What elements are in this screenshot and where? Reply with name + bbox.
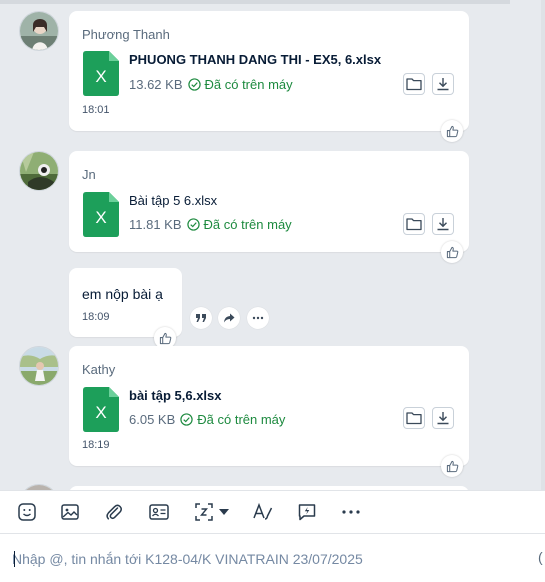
status-text: Đã có trên máy bbox=[197, 412, 286, 427]
file-message[interactable]: Kathy X bài tập 5,6.xlsx 6.05 KB Đã có t… bbox=[69, 346, 469, 466]
download-status: Đã có trên máy bbox=[180, 412, 285, 427]
file-meta: 13.62 KB Đã có trên máy bbox=[129, 77, 293, 92]
download-button[interactable] bbox=[432, 73, 454, 95]
download-icon bbox=[437, 412, 449, 425]
thumbs-up-icon bbox=[159, 332, 171, 344]
format-text-icon bbox=[253, 502, 273, 520]
timestamp: 18:19 bbox=[82, 439, 110, 451]
thumbs-up-icon bbox=[446, 246, 458, 258]
download-icon bbox=[437, 218, 449, 231]
excel-file-icon[interactable]: X bbox=[83, 192, 119, 237]
emoji-button-partial[interactable]: ( bbox=[538, 549, 543, 565]
screenshot-options-button[interactable] bbox=[216, 500, 232, 524]
dropdown-caret-icon bbox=[219, 509, 229, 515]
react-button[interactable] bbox=[441, 241, 463, 263]
open-folder-button[interactable] bbox=[403, 73, 425, 95]
format-text-button[interactable] bbox=[251, 500, 275, 524]
react-button[interactable] bbox=[441, 455, 463, 477]
download-button[interactable] bbox=[432, 407, 454, 429]
status-text: Đã có trên máy bbox=[204, 77, 293, 92]
file-size: 11.81 KB bbox=[129, 217, 182, 232]
contact-card-icon bbox=[149, 504, 169, 520]
file-meta: 6.05 KB Đã có trên máy bbox=[129, 412, 285, 427]
composer: ( bbox=[0, 534, 545, 582]
file-message[interactable]: Phương Thanh X PHUONG THANH DANG THI - E… bbox=[69, 11, 469, 131]
file-size: 6.05 KB bbox=[129, 412, 176, 427]
text-caret bbox=[14, 551, 15, 567]
sticker-button[interactable] bbox=[15, 500, 39, 524]
status-text: Đã có trên máy bbox=[203, 217, 292, 232]
screenshot-icon bbox=[195, 503, 213, 521]
svg-text:X: X bbox=[95, 67, 106, 86]
file-size: 13.62 KB bbox=[129, 77, 183, 92]
more-tools-button[interactable] bbox=[339, 500, 363, 524]
svg-text:X: X bbox=[95, 208, 106, 227]
file-name[interactable]: bài tập 5,6.xlsx bbox=[129, 388, 222, 403]
message-text[interactable]: em nộp bài ạ bbox=[82, 286, 163, 302]
file-name[interactable]: Bài tập 5 6.xlsx bbox=[129, 193, 217, 208]
folder-icon bbox=[406, 412, 422, 425]
image-button[interactable] bbox=[58, 500, 82, 524]
download-status: Đã có trên máy bbox=[186, 217, 292, 232]
excel-file-icon[interactable]: X bbox=[83, 51, 119, 96]
sender-name: Kathy bbox=[82, 362, 116, 377]
screenshot-button[interactable] bbox=[192, 500, 216, 524]
avatar[interactable] bbox=[19, 346, 59, 386]
thumbs-up-icon bbox=[446, 125, 458, 137]
thumbs-up-icon bbox=[446, 460, 458, 472]
folder-icon bbox=[406, 218, 422, 231]
check-circle-icon bbox=[180, 413, 193, 426]
file-meta: 11.81 KB Đã có trên máy bbox=[129, 217, 292, 232]
download-icon bbox=[437, 78, 449, 91]
open-folder-button[interactable] bbox=[403, 213, 425, 235]
forward-button[interactable] bbox=[218, 307, 240, 329]
download-button[interactable] bbox=[432, 213, 454, 235]
avatar[interactable] bbox=[19, 11, 59, 51]
composer-toolbar bbox=[0, 490, 545, 534]
open-folder-button[interactable] bbox=[403, 407, 425, 429]
timestamp: 18:01 bbox=[82, 104, 110, 116]
forward-icon bbox=[224, 313, 235, 323]
top-divider bbox=[0, 0, 510, 4]
file-name[interactable]: PHUONG THANH DANG THI - EX5, 6.xlsx bbox=[129, 52, 381, 67]
quote-icon bbox=[196, 314, 206, 322]
sender-name: Jn bbox=[82, 167, 96, 182]
avatar[interactable] bbox=[19, 151, 59, 191]
attach-file-button[interactable] bbox=[102, 500, 126, 524]
folder-icon bbox=[406, 78, 422, 91]
scroll-edge bbox=[541, 0, 545, 490]
quote-button[interactable] bbox=[190, 307, 212, 329]
download-status: Đã có trên máy bbox=[187, 77, 293, 92]
check-circle-icon bbox=[186, 218, 200, 231]
more-icon bbox=[342, 510, 360, 514]
send-contact-button[interactable] bbox=[147, 500, 171, 524]
chat-area: Phương Thanh X PHUONG THANH DANG THI - E… bbox=[0, 0, 545, 490]
excel-file-icon[interactable]: X bbox=[83, 387, 119, 432]
file-message[interactable]: Jn X Bài tập 5 6.xlsx 11.81 KB Đã có trê… bbox=[69, 151, 469, 252]
image-icon bbox=[61, 504, 79, 520]
sender-name: Phương Thanh bbox=[82, 27, 170, 42]
svg-text:X: X bbox=[95, 403, 106, 422]
message-input[interactable] bbox=[12, 546, 522, 572]
check-circle-icon bbox=[187, 78, 201, 91]
sticker-icon bbox=[18, 503, 36, 521]
timestamp: 18:09 bbox=[82, 311, 110, 323]
quick-message-icon bbox=[298, 504, 316, 521]
more-icon bbox=[252, 316, 264, 320]
more-actions-button[interactable] bbox=[247, 307, 269, 329]
quick-message-button[interactable] bbox=[295, 500, 319, 524]
attachment-icon bbox=[106, 504, 122, 520]
react-button[interactable] bbox=[441, 120, 463, 142]
